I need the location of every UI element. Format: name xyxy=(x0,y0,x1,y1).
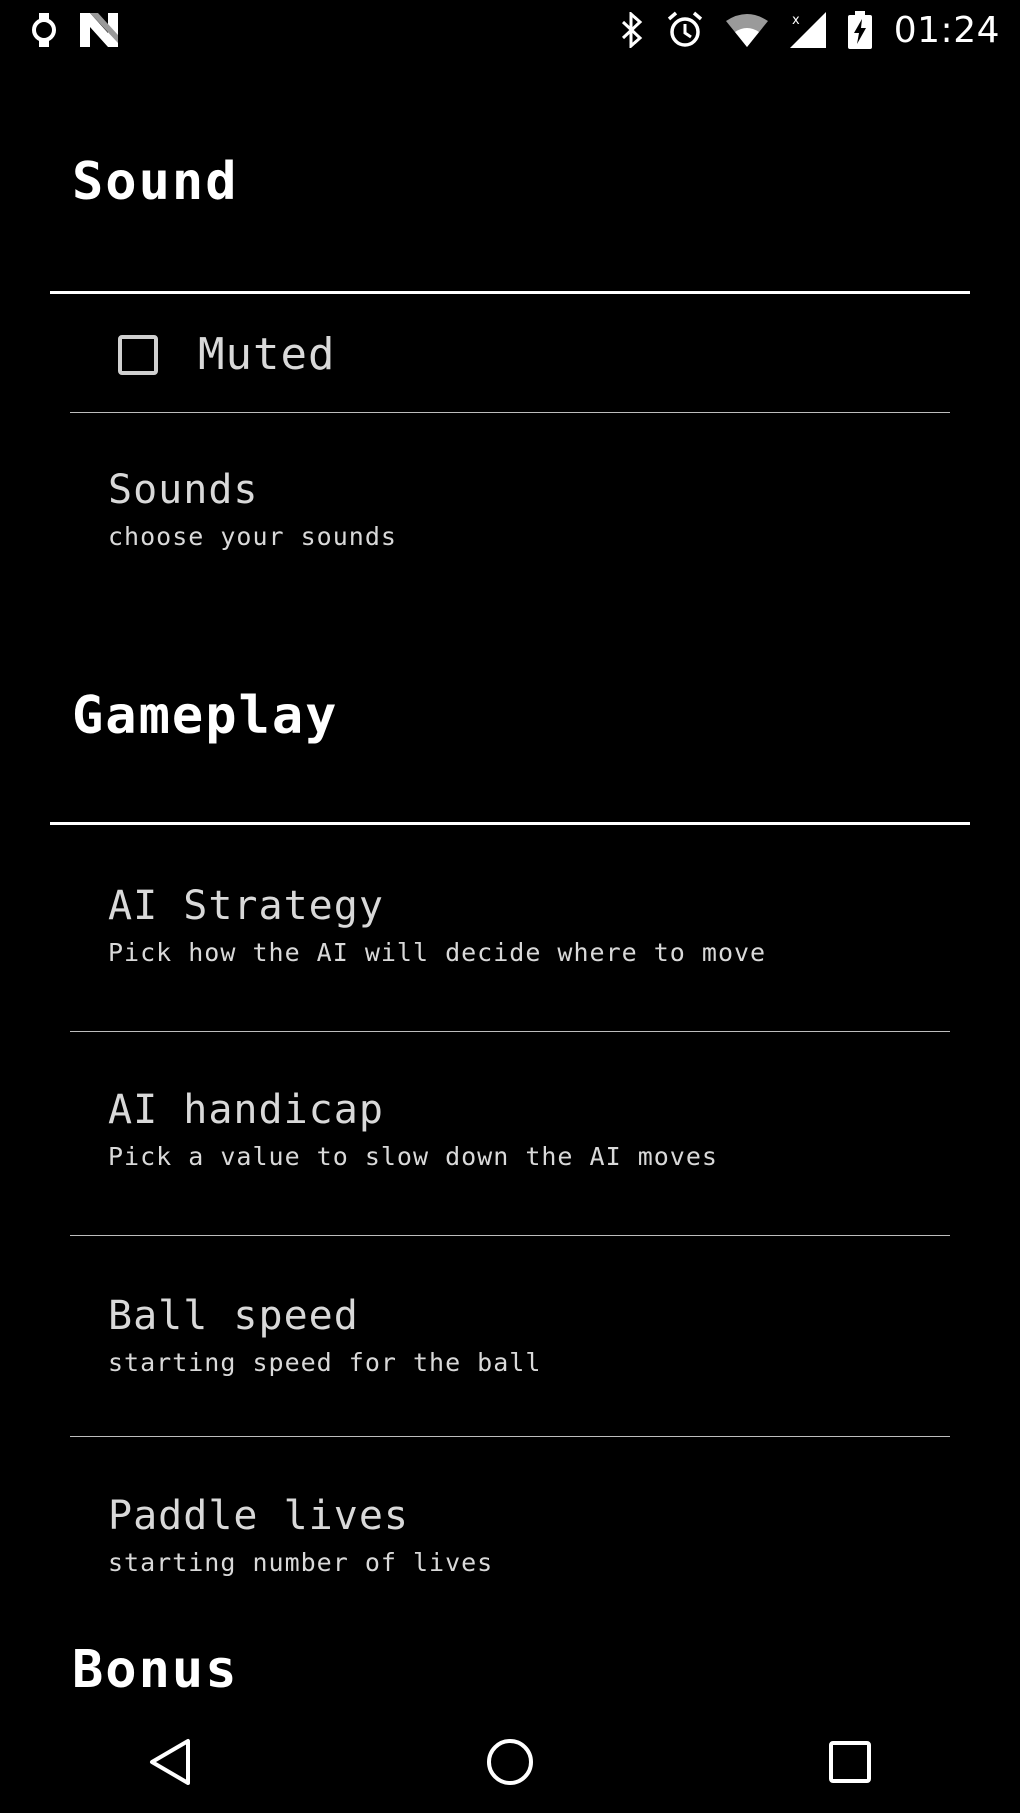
pref-item-ball-speed[interactable]: Ball speed starting speed for the ball xyxy=(70,1236,950,1437)
pref-item-ai-strategy[interactable]: AI Strategy Pick how the AI will decide … xyxy=(70,825,950,1032)
recents-button[interactable] xyxy=(790,1717,910,1807)
pref-title-ai-handicap: AI handicap xyxy=(108,1087,384,1133)
recents-icon xyxy=(828,1740,872,1784)
section-title-gameplay: Gameplay xyxy=(72,686,339,746)
home-button[interactable] xyxy=(450,1717,570,1807)
status-bar: x 01:24 xyxy=(0,0,1020,60)
back-button[interactable] xyxy=(110,1717,230,1807)
pref-item-ai-handicap[interactable]: AI handicap Pick a value to slow down th… xyxy=(70,1032,950,1236)
signal-icon: x xyxy=(789,12,826,48)
pref-title-paddle-lives: Paddle lives xyxy=(108,1493,409,1539)
alarm-icon xyxy=(666,11,704,49)
pref-title-ball-speed: Ball speed xyxy=(108,1293,359,1339)
navigation-bar xyxy=(0,1710,1020,1813)
pref-summary-ai-handicap: Pick a value to slow down the AI moves xyxy=(108,1142,718,1171)
muted-checkbox-row[interactable]: Muted xyxy=(70,297,950,413)
pref-summary-ai-strategy: Pick how the AI will decide where to mov… xyxy=(108,938,767,967)
wifi-icon xyxy=(725,13,768,47)
pref-summary-sounds: choose your sounds xyxy=(108,522,397,551)
pref-item-sounds-text[interactable]: Sounds choose your sounds xyxy=(70,470,950,610)
status-left-icons xyxy=(30,13,118,47)
back-icon xyxy=(148,1737,192,1787)
bluetooth-icon xyxy=(620,12,644,48)
pref-title-sounds: Sounds xyxy=(108,467,259,513)
muted-checkbox[interactable] xyxy=(118,334,158,375)
home-icon xyxy=(485,1737,535,1787)
settings-list[interactable]: Sound Muted Sounds choose your sounds Ga… xyxy=(0,60,1020,1710)
watch-icon xyxy=(30,13,58,47)
pref-summary-paddle-lives: starting number of lives xyxy=(108,1548,494,1577)
status-time: 01:24 xyxy=(893,9,1000,51)
pref-title-ai-strategy: AI Strategy xyxy=(108,883,384,929)
n-logo-icon xyxy=(80,13,118,47)
section-header-sound: Sound xyxy=(50,156,970,294)
pref-summary-ball-speed: starting speed for the ball xyxy=(108,1348,542,1377)
svg-text:x: x xyxy=(792,13,800,28)
pref-item-paddle-lives[interactable]: Paddle lives starting number of lives xyxy=(70,1437,950,1597)
section-title-sound: Sound xyxy=(72,152,239,212)
muted-label: Muted xyxy=(198,329,336,380)
muted-checkbox-row-inner: Muted xyxy=(70,297,950,412)
section-header-gameplay: Gameplay xyxy=(50,690,970,825)
section-header-bonus: Bonus xyxy=(50,1644,970,1710)
status-right-icons: x 01:24 xyxy=(620,10,1000,51)
battery-icon xyxy=(847,11,872,49)
section-title-bonus: Bonus xyxy=(72,1640,239,1700)
